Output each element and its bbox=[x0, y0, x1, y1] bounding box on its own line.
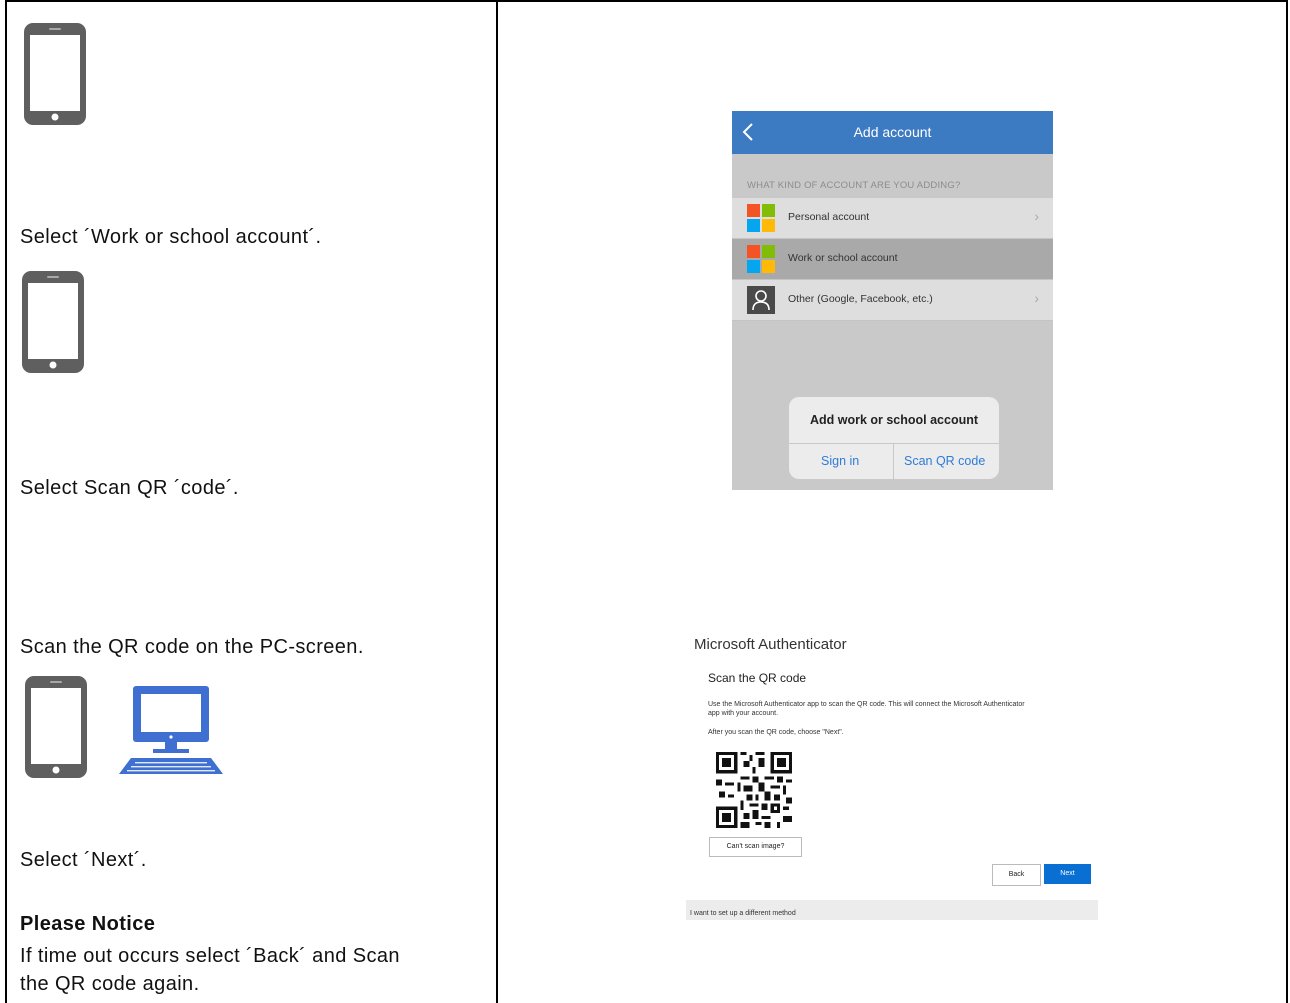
back-button[interactable]: Back bbox=[992, 864, 1041, 886]
column-divider bbox=[496, 0, 498, 1003]
option-label: Other (Google, Facebook, etc.) bbox=[788, 293, 933, 305]
dialog-button-divider bbox=[893, 443, 894, 479]
mobile-phone-icon bbox=[22, 271, 84, 373]
microsoft-logo-icon bbox=[747, 245, 775, 273]
footer-bar: I want to set up a different method bbox=[686, 900, 1098, 920]
microsoft-logo-icon bbox=[747, 204, 775, 232]
step-scan-qr: Scan the QR code on the PC-screen. bbox=[20, 636, 364, 658]
add-account-dialog: Add work or school account Sign in Scan … bbox=[789, 397, 999, 479]
notice-line-1: If time out occurs select ´Back´ and Sca… bbox=[20, 945, 400, 967]
notice-line-2: the QR code again. bbox=[20, 973, 200, 995]
mobile-phone-icon bbox=[25, 676, 87, 778]
instruction-line-1: Use the Microsoft Authenticator app to s… bbox=[708, 701, 1025, 708]
account-option-other[interactable]: Other (Google, Facebook, etc.) › bbox=[732, 280, 1053, 321]
mobile-phone-icon bbox=[24, 23, 86, 125]
table-frame bbox=[5, 0, 1288, 1003]
desktop-computer-icon bbox=[119, 686, 223, 774]
dialog-divider bbox=[789, 443, 999, 444]
chevron-right-icon: › bbox=[1034, 290, 1039, 306]
step-select-next: Select ´Next´. bbox=[20, 849, 147, 871]
chevron-right-icon: › bbox=[1034, 208, 1039, 224]
step-select-scan-qr: Select Scan QR ´code´. bbox=[20, 477, 239, 499]
option-label: Personal account bbox=[788, 211, 870, 223]
option-label: Work or school account bbox=[788, 252, 898, 264]
app-header: Add account bbox=[732, 111, 1053, 154]
account-option-personal[interactable]: Personal account › bbox=[732, 198, 1053, 239]
instruction-line-2: app with your account. bbox=[708, 710, 779, 717]
step-select-work-account: Select ´Work or school account´. bbox=[20, 226, 322, 248]
section-heading: WHAT KIND OF ACCOUNT ARE YOU ADDING? bbox=[747, 180, 961, 191]
cant-scan-image-button[interactable]: Can't scan image? bbox=[709, 837, 802, 857]
authenticator-subtitle: Scan the QR code bbox=[708, 671, 807, 685]
sign-in-button[interactable]: Sign in bbox=[821, 454, 859, 468]
authenticator-title: Microsoft Authenticator bbox=[694, 636, 847, 653]
scan-qr-code-button[interactable]: Scan QR code bbox=[904, 454, 985, 468]
qr-code-image bbox=[716, 752, 792, 828]
account-option-work[interactable]: Work or school account › bbox=[732, 239, 1053, 280]
notice-title: Please Notice bbox=[20, 913, 156, 935]
instruction-next: After you scan the QR code, choose "Next… bbox=[708, 729, 844, 736]
phone-screenshot: Add account WHAT KIND OF ACCOUNT ARE YOU… bbox=[732, 111, 1053, 490]
person-icon bbox=[747, 286, 775, 314]
different-method-link[interactable]: I want to set up a different method bbox=[690, 910, 796, 917]
dialog-title: Add work or school account bbox=[809, 413, 979, 427]
next-button[interactable]: Next bbox=[1044, 864, 1091, 884]
chevron-right-icon: › bbox=[1034, 249, 1039, 265]
app-title: Add account bbox=[853, 124, 932, 140]
